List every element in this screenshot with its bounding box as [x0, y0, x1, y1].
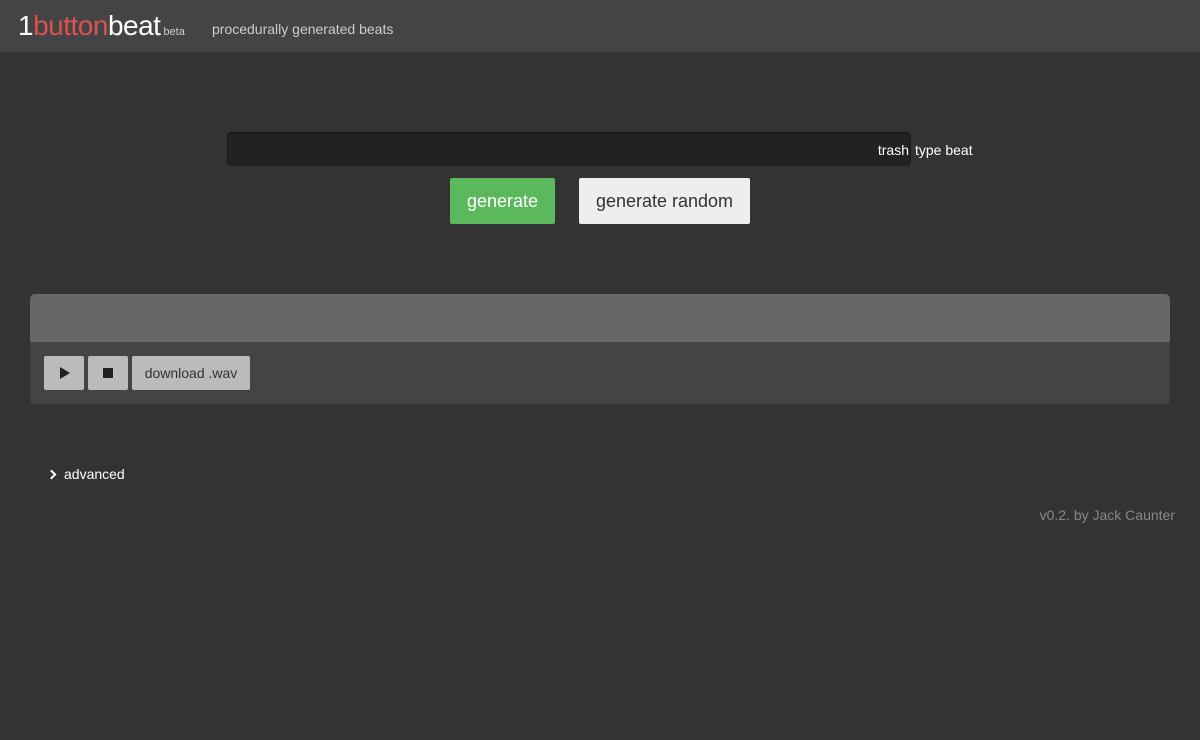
stop-icon	[103, 368, 113, 378]
tagline: procedurally generated beats	[212, 21, 394, 37]
audio-player: download .wav	[30, 294, 1170, 404]
logo-one: 1	[18, 10, 34, 41]
generate-random-button[interactable]: generate random	[579, 178, 750, 224]
chevron-right-icon	[46, 469, 57, 479]
advanced-label: advanced	[64, 466, 125, 482]
play-button[interactable]	[44, 356, 84, 390]
logo-button: button	[33, 10, 108, 41]
version-credit: v0.2. by Jack Caunter	[1039, 507, 1175, 523]
logo-beat: beat	[107, 10, 161, 41]
waveform-area[interactable]	[30, 294, 1170, 342]
logo[interactable]: 1 button beat beta	[18, 9, 185, 49]
download-wav-button[interactable]: download .wav	[132, 356, 250, 390]
generate-button[interactable]: generate	[450, 178, 555, 224]
beat-search-row: trash type beat	[227, 132, 987, 166]
beat-name-input[interactable]	[227, 132, 911, 166]
play-icon	[60, 367, 70, 379]
input-overlay-text: trash	[877, 142, 909, 158]
beta-badge: beta	[163, 26, 185, 38]
type-beat-suffix: type beat	[915, 142, 973, 158]
top-navbar: 1 button beat beta procedurally generate…	[0, 0, 1200, 52]
advanced-toggle[interactable]: advanced	[46, 466, 125, 482]
stop-button[interactable]	[88, 356, 128, 390]
